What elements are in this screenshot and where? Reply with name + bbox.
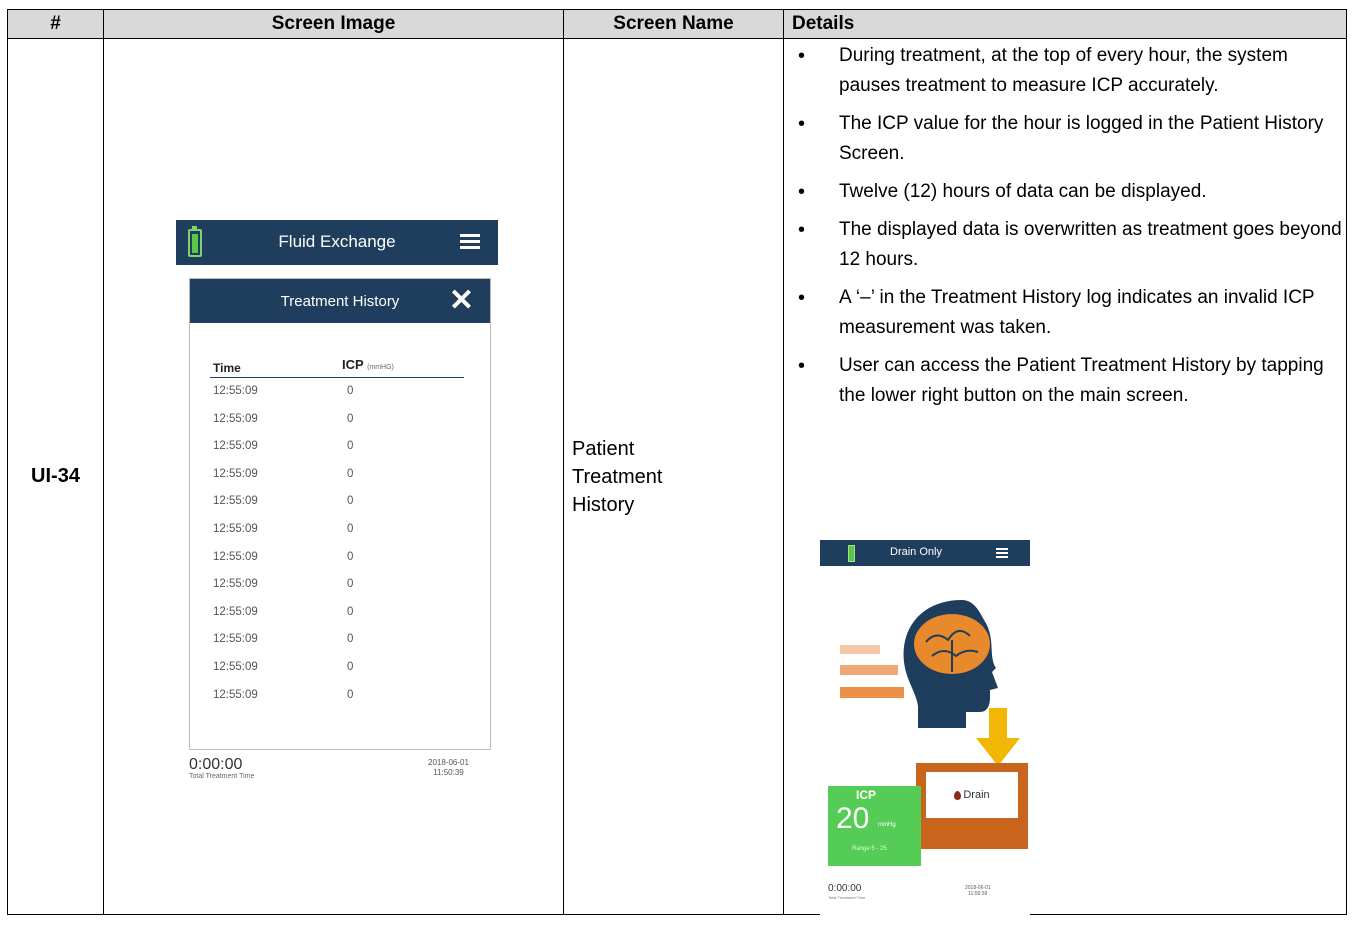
history-icp: 0 <box>347 633 354 646</box>
history-time: 12:55:09 <box>213 495 258 508</box>
history-icp: 0 <box>347 550 354 563</box>
mini-top-bar: Drain Only <box>820 540 1030 566</box>
history-time: 12:55:09 <box>213 522 258 535</box>
history-time: 12:55:09 <box>213 605 258 618</box>
history-time: 12:55:09 <box>213 412 258 425</box>
history-time: 12:55:09 <box>213 660 258 673</box>
treatment-timer: 0:00:00 <box>189 756 243 773</box>
history-icp: 0 <box>347 660 354 673</box>
drain-button[interactable]: Drain <box>926 772 1018 818</box>
header-details: Details <box>783 9 1347 39</box>
history-row: 12:55:09 0 <box>210 379 464 407</box>
mini-date-time: 2018-06-01 11:50:39 <box>965 885 991 897</box>
history-row: 12:55:09 0 <box>210 545 464 573</box>
icp-unit: mmHg <box>878 822 896 828</box>
column-time: Time <box>213 361 241 375</box>
table-row: UI-34 Fluid Exchange Treatment History ✕ <box>7 38 1349 925</box>
timer-label: Total Treatment Time <box>189 773 255 780</box>
detail-item: Twelve (12) hours of data can be display… <box>784 177 1349 207</box>
detail-item: The ICP value for the hour is logged in … <box>784 109 1349 169</box>
detail-item: The displayed data is overwritten as tre… <box>784 215 1349 275</box>
main-screen-mockup: Drain Only Drain ICP 20 mmHg Range 5 - 2… <box>820 540 1030 925</box>
mini-timer-label: Total Treatment Time <box>828 895 866 900</box>
history-row: 12:55:09 0 <box>210 489 464 517</box>
history-row: 12:55:09 0 <box>210 572 464 600</box>
date-time: 2018-06-01 11:50:39 <box>428 758 469 777</box>
history-time: 12:55:09 <box>213 467 258 480</box>
treatment-history-modal: Treatment History ✕ Time ICP (mmHG) 12:5… <box>189 278 491 750</box>
date: 2018-06-01 <box>428 758 469 767</box>
history-icp: 0 <box>347 578 354 591</box>
drop-icon <box>954 790 962 800</box>
column-icp-label: ICP <box>342 357 364 372</box>
modal-header: Treatment History ✕ <box>190 279 490 323</box>
app-top-bar: Fluid Exchange <box>176 220 498 265</box>
column-icp-unit: (mmHG) <box>367 364 394 371</box>
history-icp: 0 <box>347 688 354 701</box>
mini-timer: 0:00:00 <box>828 883 862 894</box>
header-number: # <box>7 9 104 39</box>
header-row: # Screen Image Screen Name Details <box>7 9 1347 39</box>
history-row: 12:55:09 0 <box>210 434 464 462</box>
history-icp: 0 <box>347 605 354 618</box>
history-row: 12:55:09 0 <box>210 627 464 655</box>
history-icp: 0 <box>347 495 354 508</box>
history-icp: 0 <box>347 385 354 397</box>
history-time: 12:55:09 <box>213 633 258 646</box>
arrow-down-icon <box>976 708 1020 766</box>
history-row: 12:55:09 0 <box>210 683 464 711</box>
column-icp: ICP (mmHG) <box>342 357 394 372</box>
flow-arrow <box>840 665 898 675</box>
icp-range: Range 5 - 25 <box>852 846 887 852</box>
header-screen-image: Screen Image <box>103 9 564 39</box>
detail-item: During treatment, at the top of every ho… <box>784 41 1349 101</box>
phone-screen: Fluid Exchange Treatment History ✕ Time … <box>176 220 498 790</box>
history-icp: 0 <box>347 440 354 453</box>
icp-label: ICP <box>856 788 877 802</box>
icp-tile: ICP 20 mmHg Range 5 - 25 <box>828 786 921 866</box>
history-row: 12:55:09 0 <box>210 462 464 490</box>
header-screen-name: Screen Name <box>563 9 784 39</box>
mini-app-title: Drain Only <box>890 546 942 558</box>
time: 11:50:39 <box>433 767 464 777</box>
modal-title: Treatment History <box>280 292 400 310</box>
screen-name-line: Treatment <box>572 465 663 488</box>
flow-arrow <box>840 687 904 698</box>
ui-id: UI-34 <box>7 38 104 915</box>
history-time: 12:55:09 <box>213 550 258 563</box>
close-icon[interactable]: ✕ <box>449 286 474 316</box>
screen-name-cell: Patient Treatment History <box>563 38 784 915</box>
history-icp: 0 <box>347 522 354 535</box>
mini-time: 11:50:39 <box>968 891 988 897</box>
details-list: During treatment, at the top of every ho… <box>784 41 1349 419</box>
history-icp: 0 <box>347 412 354 425</box>
menu-icon <box>996 548 1008 560</box>
drain-label: Drain <box>963 789 990 801</box>
screen-name-line: History <box>572 493 635 516</box>
history-icp: 0 <box>347 467 354 480</box>
history-time: 12:55:09 <box>213 578 258 591</box>
detail-item: User can access the Patient Treatment Hi… <box>784 351 1349 411</box>
history-list: 12:55:09 0 12:55:09 0 12:55:09 0 12:55:09 0 12:5… <box>210 379 464 710</box>
history-row: 12:55:09 0 <box>210 655 464 683</box>
history-time: 12:55:09 <box>213 385 258 397</box>
flow-arrow <box>840 645 880 654</box>
history-row: 12:55:09 0 <box>210 517 464 545</box>
app-title: Fluid Exchange <box>278 232 396 251</box>
battery-icon <box>848 545 855 562</box>
icp-value: 20 <box>836 802 870 835</box>
spec-table: # Screen Image Screen Name Details UI-34… <box>7 9 1349 925</box>
detail-item: A ‘–’ in the Treatment History log indic… <box>784 283 1349 343</box>
history-column-header: Time ICP (mmHG) <box>210 357 464 378</box>
history-time: 12:55:09 <box>213 688 258 701</box>
screen-name-line: Patient <box>572 437 635 460</box>
history-row: 12:55:09 0 <box>210 600 464 628</box>
menu-icon[interactable] <box>460 234 480 249</box>
details-cell: During treatment, at the top of every ho… <box>783 38 1349 925</box>
history-time: 12:55:09 <box>213 440 258 453</box>
screen-image-cell: Fluid Exchange Treatment History ✕ Time … <box>103 38 564 915</box>
history-row: 12:55:09 0 <box>210 407 464 435</box>
drain-button-highlight: Drain <box>916 763 1028 849</box>
